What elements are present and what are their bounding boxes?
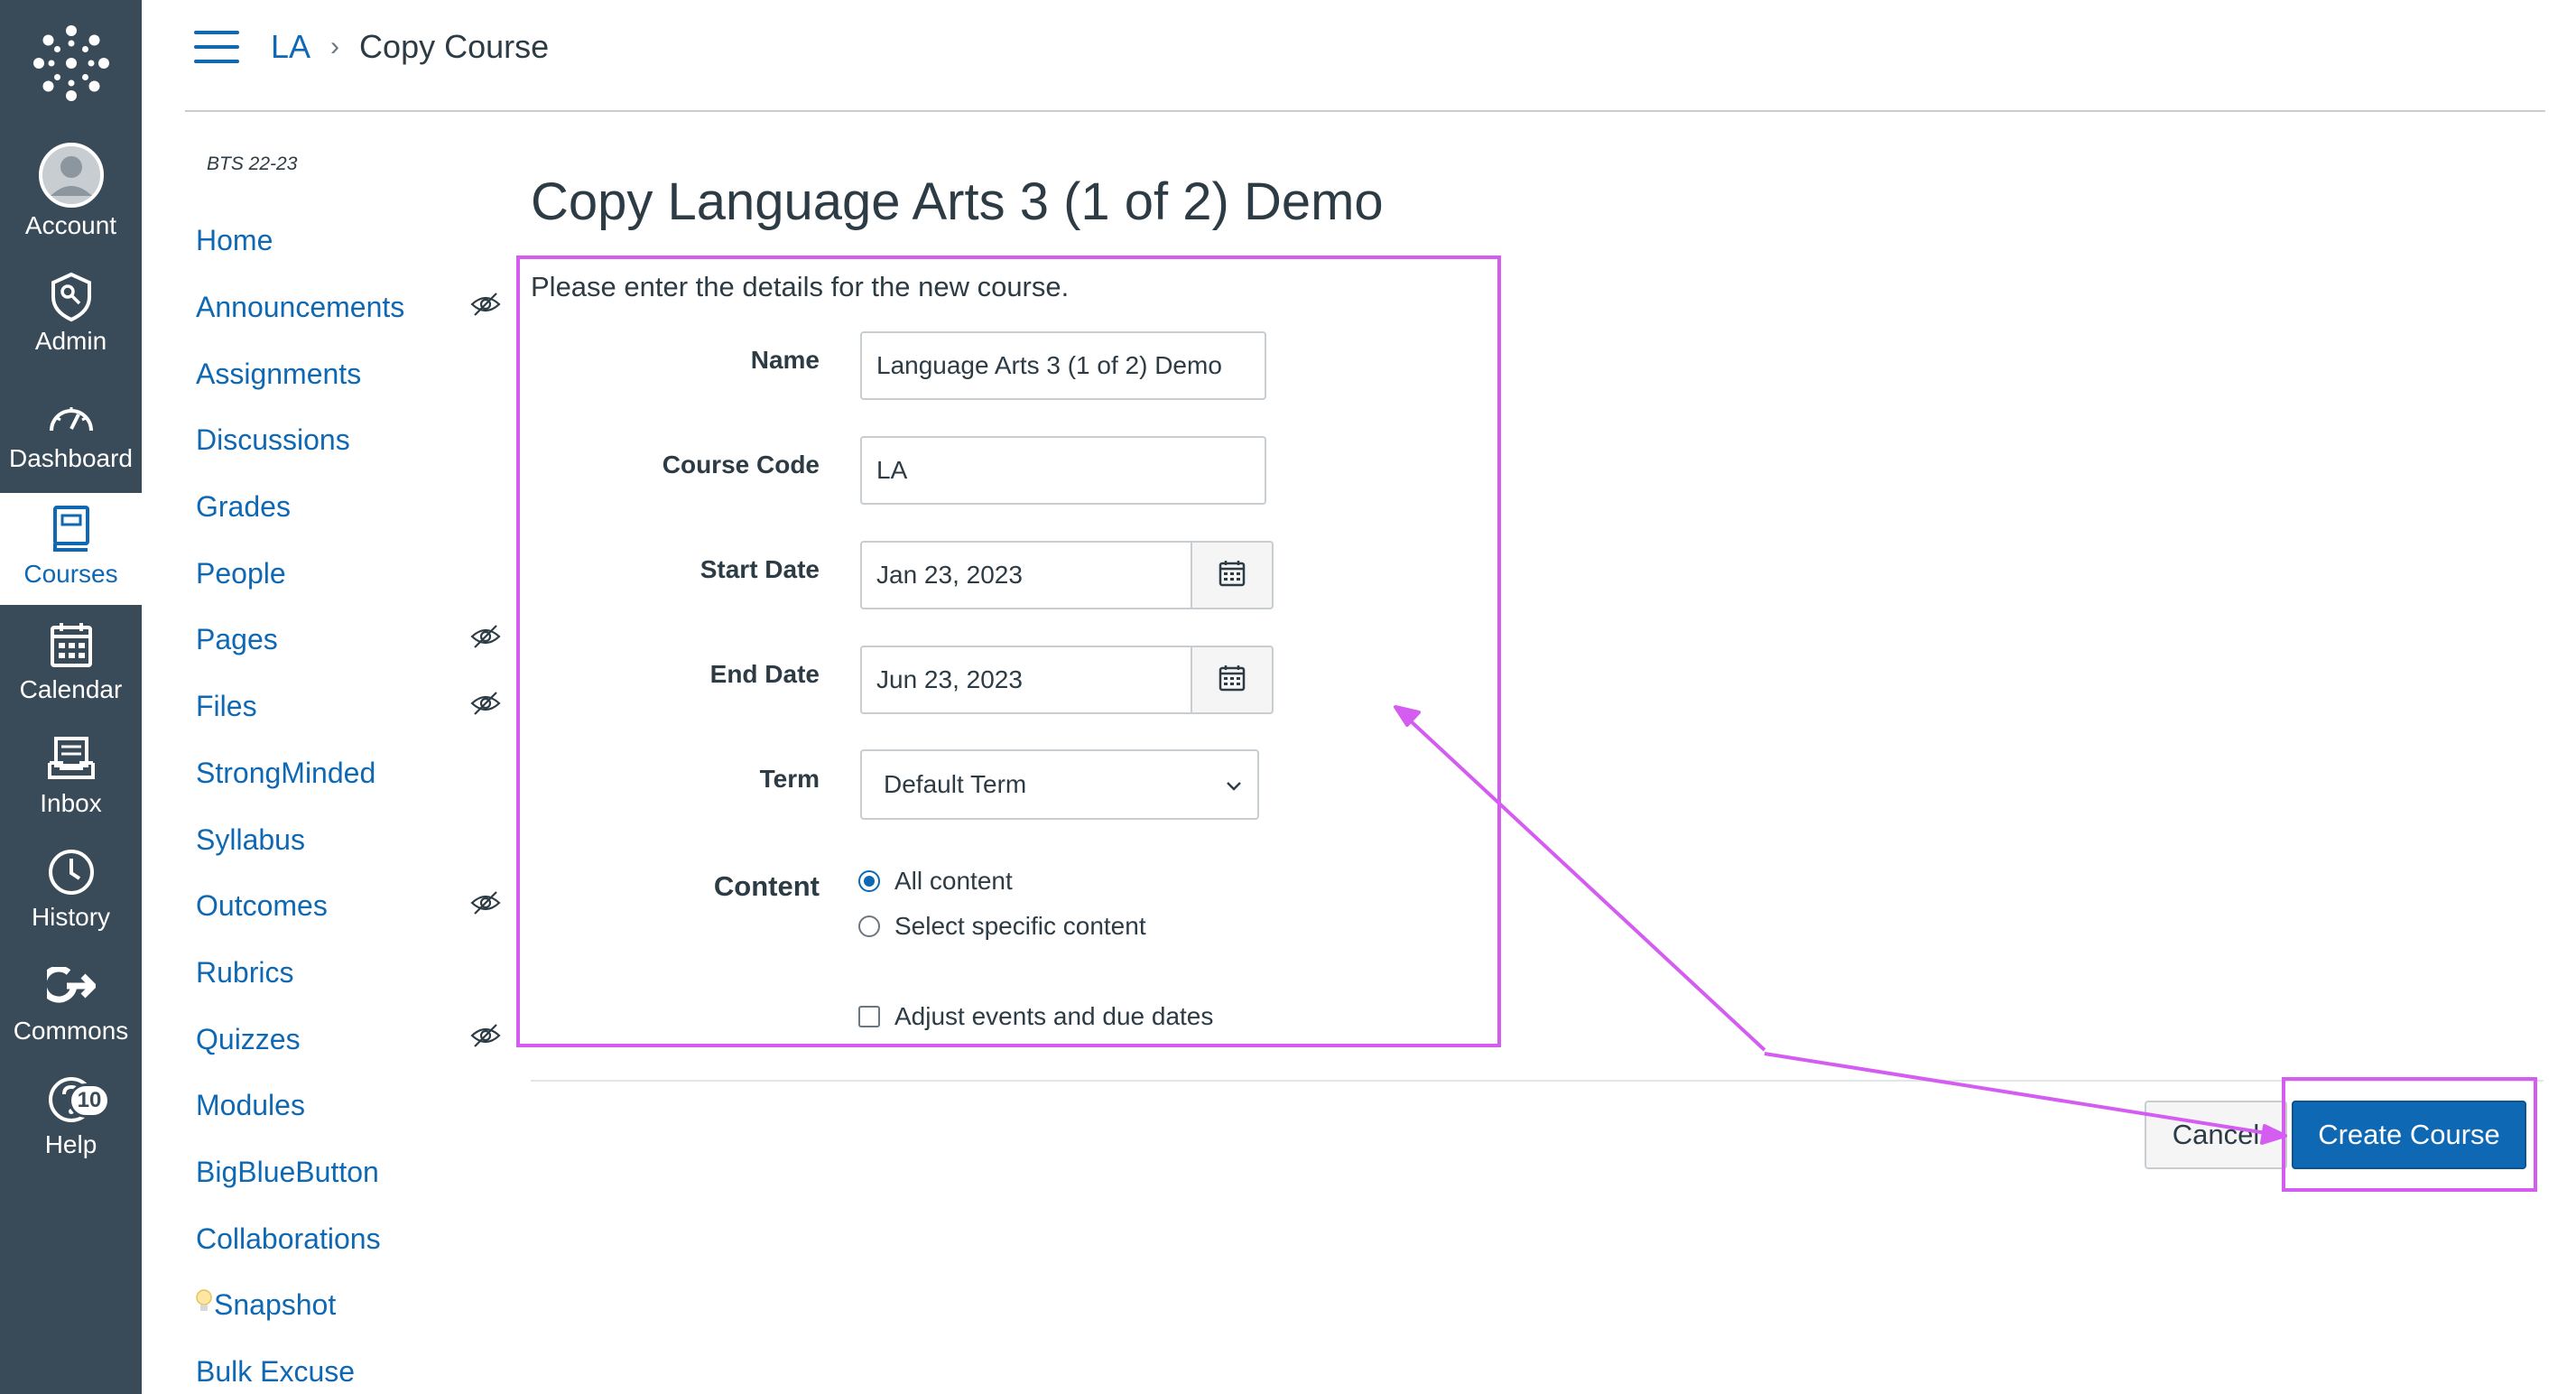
hidden-eye-icon — [470, 690, 501, 724]
course-nav-item-people[interactable]: People — [194, 540, 501, 607]
course-nav-item-pages[interactable]: Pages — [194, 607, 501, 674]
course-nav-item-files[interactable]: Files — [194, 674, 501, 740]
lightbulb-icon — [196, 1288, 212, 1323]
global-nav-help[interactable]: 10 Help — [0, 1071, 142, 1183]
course-nav-label: People — [196, 556, 286, 590]
course-nav-label: Syllabus — [196, 822, 305, 856]
course-nav-label: Grades — [196, 490, 291, 524]
course-nav-item-announcements[interactable]: Announcements — [194, 274, 501, 341]
courses-book-icon — [51, 500, 91, 558]
global-navigation: Account Admin Dashboard Courses Calendar… — [0, 0, 142, 1394]
course-nav-item-bigbluebutton[interactable]: BigBlueButton — [194, 1139, 501, 1206]
form-highlight-box — [516, 256, 1501, 1047]
course-nav-item-discussions[interactable]: Discussions — [194, 407, 501, 474]
course-nav-label: StrongMinded — [196, 756, 376, 789]
course-nav-item-rubrics[interactable]: Rubrics — [194, 940, 501, 1007]
course-nav-item-home[interactable]: Home — [194, 208, 501, 274]
page-header: LA › Copy Course — [142, 0, 2576, 112]
canvas-logo-icon[interactable] — [0, 0, 142, 126]
hidden-eye-icon — [470, 291, 501, 325]
global-nav-label: Account — [24, 211, 117, 239]
commons-arrow-icon — [46, 957, 96, 1015]
course-nav-label: BigBlueButton — [196, 1155, 379, 1188]
help-notification-badge: 10 — [69, 1083, 110, 1118]
course-nav-label: Rubrics — [196, 955, 294, 989]
form-divider — [531, 1080, 2544, 1082]
course-nav-label: Discussions — [196, 423, 350, 457]
course-nav-label: Quizzes — [196, 1022, 301, 1055]
course-nav-item-collaborations[interactable]: Collaborations — [194, 1205, 501, 1272]
global-nav-label: Inbox — [40, 789, 102, 817]
global-nav-calendar[interactable]: Calendar — [0, 616, 142, 728]
course-nav-label: Home — [196, 224, 273, 257]
global-nav-label: Help — [44, 1130, 97, 1158]
course-menu-toggle-icon[interactable] — [194, 31, 239, 63]
course-nav-item-syllabus[interactable]: Syllabus — [194, 806, 501, 873]
course-nav-item-strongminded[interactable]: StrongMinded — [194, 740, 501, 807]
course-nav-label: Outcomes — [196, 889, 328, 923]
course-term-label: BTS 22-23 — [207, 153, 298, 174]
global-nav-commons[interactable]: Commons — [0, 957, 142, 1069]
hidden-eye-icon — [470, 623, 501, 657]
course-nav-item-quizzes[interactable]: Quizzes — [194, 1006, 501, 1073]
course-nav-label: Modules — [196, 1089, 305, 1122]
global-nav-inbox[interactable]: Inbox — [0, 730, 142, 841]
course-nav-item-assignments[interactable]: Assignments — [194, 340, 501, 407]
inbox-icon — [47, 730, 96, 787]
global-nav-label: Calendar — [19, 675, 123, 703]
course-nav-label: Assignments — [196, 357, 362, 390]
admin-shield-icon — [50, 269, 93, 325]
cancel-button[interactable]: Cancel — [2145, 1101, 2287, 1169]
course-nav-label: Files — [196, 690, 257, 723]
account-avatar-icon — [38, 141, 105, 209]
create-button-highlight-box — [2282, 1077, 2537, 1192]
global-nav-label: Admin — [34, 327, 107, 355]
course-nav-item-grades[interactable]: Grades — [194, 474, 501, 541]
header-divider — [185, 110, 2545, 112]
course-nav-item-outcomes[interactable]: Outcomes — [194, 873, 501, 940]
course-nav-item-bulk-excuse[interactable]: Bulk Excuse — [194, 1339, 501, 1394]
hidden-eye-icon — [470, 1022, 501, 1056]
course-nav-item-snapshot[interactable]: Snapshot — [194, 1272, 501, 1339]
global-nav-label: History — [31, 903, 111, 931]
global-nav-label: Dashboard — [9, 444, 133, 472]
course-nav-label: Announcements — [196, 291, 405, 324]
course-nav-label: Pages — [196, 623, 278, 656]
global-nav-admin[interactable]: Admin — [0, 269, 142, 381]
breadcrumb-separator-icon: › — [330, 32, 340, 61]
dashboard-gauge-icon — [46, 388, 97, 442]
global-nav-label: Commons — [13, 1017, 129, 1045]
breadcrumb-course-link[interactable]: LA — [271, 25, 310, 69]
calendar-icon — [49, 616, 94, 674]
global-nav-label: Courses — [23, 560, 118, 588]
global-nav-courses[interactable]: Courses — [0, 493, 142, 605]
course-navigation: BTS 22-23 Home Announcements Assignments Di… — [194, 153, 501, 1394]
course-nav-item-modules[interactable]: Modules — [194, 1073, 501, 1139]
breadcrumb-current-page: Copy Course — [359, 28, 550, 65]
course-nav-label: Collaborations — [196, 1222, 381, 1255]
course-nav-label: Snapshot — [214, 1288, 337, 1322]
breadcrumb: LA › Copy Course — [271, 25, 549, 69]
global-nav-account[interactable]: Account — [0, 141, 142, 253]
global-nav-history[interactable]: History — [0, 843, 142, 955]
history-clock-icon — [47, 843, 96, 901]
course-nav-label: Bulk Excuse — [196, 1355, 356, 1389]
page-title: Copy Language Arts 3 (1 of 2) Demo — [531, 172, 1384, 231]
global-nav-dashboard[interactable]: Dashboard — [0, 388, 142, 500]
